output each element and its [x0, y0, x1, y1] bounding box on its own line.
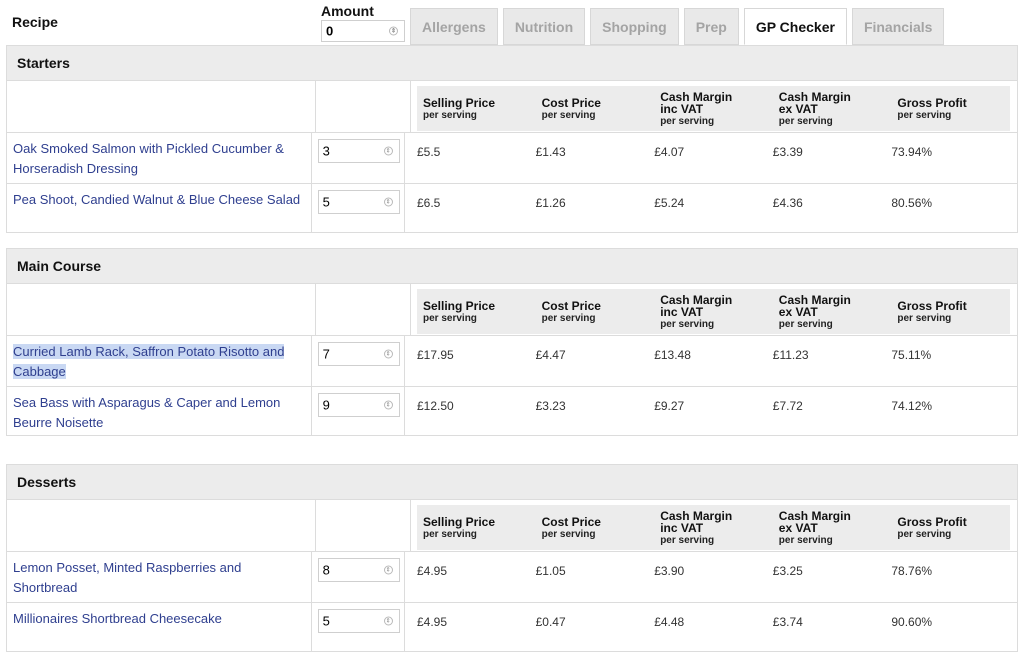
column-header-row: Selling Price per serving Cost Price per s…: [7, 500, 1017, 551]
selling-price: £6.5: [417, 196, 441, 210]
spinner-icon[interactable]: ⇕: [389, 26, 398, 36]
header-cash-margin-inc-vat: Cash Margin inc VAT per serving: [660, 509, 733, 546]
header-cost-price: Cost Price per serving: [541, 96, 601, 121]
cost-price: £3.23: [535, 399, 566, 413]
cash-margin-ex-vat: £7.72: [772, 399, 803, 413]
tab-financials[interactable]: Financials: [851, 8, 945, 45]
gross-profit: 73.94%: [891, 145, 933, 159]
tab-nutrition[interactable]: Nutrition: [502, 8, 586, 45]
header-selling-price: Selling Price per serving: [423, 515, 496, 540]
table-row: Pea Shoot, Candied Walnut & Blue Cheese …: [7, 183, 1017, 232]
selling-price: £5.5: [417, 145, 441, 159]
column-headers: Selling Price per serving Cost Price per s…: [417, 86, 1010, 131]
cost-price: £1.05: [535, 564, 566, 578]
cash-margin-ex-vat: £3.74: [772, 615, 803, 629]
header-selling-price: Selling Price per serving: [423, 299, 496, 324]
tab-gp-checker[interactable]: GP Checker: [743, 8, 847, 45]
section-title: Desserts: [7, 465, 1017, 500]
header-cash-margin-inc-vat: Cash Margin inc VAT per serving: [660, 90, 733, 127]
column-header-row: Selling Price per serving Cost Price per s…: [7, 81, 1017, 132]
header-gross-profit: Gross Profit per serving: [897, 299, 967, 324]
spinner-icon[interactable]: ⇕: [383, 349, 393, 359]
cost-price: £4.47: [535, 348, 566, 362]
gross-profit: 78.76%: [891, 564, 933, 578]
amount-label: Amount: [321, 3, 374, 19]
selling-price: £17.95: [417, 348, 454, 362]
quantity-stepper[interactable]: 3 ⇕: [317, 139, 400, 163]
spinner-icon[interactable]: ⇕: [383, 146, 393, 156]
amount-control: Amount 0 ⇕: [321, 3, 405, 42]
gross-profit: 80.56%: [891, 196, 933, 210]
cash-margin-inc-vat: £13.48: [654, 348, 691, 362]
recipe-link[interactable]: Curried Lamb Rack, Saffron Potato Risott…: [13, 344, 285, 379]
spinner-icon[interactable]: ⇕: [383, 197, 393, 207]
cost-price: £1.26: [535, 196, 566, 210]
cash-margin-inc-vat: £4.48: [654, 615, 685, 629]
cash-margin-ex-vat: £11.23: [772, 348, 809, 362]
spinner-icon[interactable]: ⇕: [383, 616, 393, 626]
cost-price: £0.47: [535, 615, 566, 629]
tab-bar: Allergens Nutrition Shopping Prep GP Che…: [410, 8, 949, 45]
column-headers: Selling Price per serving Cost Price per s…: [417, 505, 1010, 550]
quantity-stepper[interactable]: 8 ⇕: [317, 558, 400, 582]
quantity-stepper[interactable]: 5 ⇕: [317, 609, 400, 633]
gross-profit: 75.11%: [891, 348, 932, 362]
header-cash-margin-ex-vat: Cash Margin ex VAT per serving: [778, 509, 851, 546]
selling-price: £4.95: [417, 564, 448, 578]
quantity-stepper[interactable]: 7 ⇕: [317, 342, 400, 366]
cash-margin-ex-vat: £3.39: [772, 145, 803, 159]
cash-margin-ex-vat: £3.25: [772, 564, 803, 578]
section-starters: Starters Selling Price per serving Cost P…: [6, 45, 1018, 233]
section-desserts: Desserts Selling Price per serving Cost P…: [6, 464, 1018, 652]
header-cash-margin-ex-vat: Cash Margin ex VAT per serving: [778, 293, 851, 330]
quantity-stepper[interactable]: 9 ⇕: [317, 393, 400, 417]
amount-stepper[interactable]: 0 ⇕: [321, 20, 405, 42]
table-row: Oak Smoked Salmon with Pickled Cucumber …: [7, 132, 1017, 183]
header-cash-margin-inc-vat: Cash Margin inc VAT per serving: [660, 293, 733, 330]
spinner-icon[interactable]: ⇕: [383, 400, 393, 410]
selling-price: £4.95: [417, 615, 448, 629]
column-headers: Selling Price per serving Cost Price per s…: [417, 289, 1010, 334]
cost-price: £1.43: [535, 145, 566, 159]
cash-margin-ex-vat: £4.36: [772, 196, 803, 210]
cash-margin-inc-vat: £5.24: [654, 196, 685, 210]
table-row: Millionaires Shortbread Cheesecake 5 ⇕ £4…: [7, 602, 1017, 651]
recipe-link[interactable]: Millionaires Shortbread Cheesecake: [13, 611, 222, 626]
recipe-link[interactable]: Lemon Posset, Minted Raspberries and Sho…: [13, 560, 241, 595]
recipe-link[interactable]: Pea Shoot, Candied Walnut & Blue Cheese …: [13, 192, 300, 207]
amount-value: 0: [326, 23, 334, 39]
header-selling-price: Selling Price per serving: [423, 96, 496, 121]
section-title: Starters: [7, 46, 1017, 81]
header-gross-profit: Gross Profit per serving: [897, 515, 967, 540]
table-row: Lemon Posset, Minted Raspberries and Sho…: [7, 551, 1017, 602]
recipe-link[interactable]: Oak Smoked Salmon with Pickled Cucumber …: [13, 141, 284, 176]
tab-allergens[interactable]: Allergens: [410, 8, 498, 45]
spinner-icon[interactable]: ⇕: [383, 565, 393, 575]
header-cost-price: Cost Price per serving: [541, 515, 601, 540]
cash-margin-inc-vat: £3.90: [654, 564, 685, 578]
table-row: Curried Lamb Rack, Saffron Potato Risott…: [7, 335, 1017, 386]
header-cost-price: Cost Price per serving: [541, 299, 601, 324]
cash-margin-inc-vat: £4.07: [654, 145, 685, 159]
section-title: Main Course: [7, 249, 1017, 284]
top-bar: Recipe Amount 0 ⇕ Allergens Nutrition Sh…: [0, 0, 1024, 46]
cash-margin-inc-vat: £9.27: [654, 399, 685, 413]
header-gross-profit: Gross Profit per serving: [897, 96, 967, 121]
selling-price: £12.50: [417, 399, 454, 413]
column-header-row: Selling Price per serving Cost Price per s…: [7, 284, 1017, 335]
header-cash-margin-ex-vat: Cash Margin ex VAT per serving: [778, 90, 851, 127]
section-main-course: Main Course Selling Price per serving Cos…: [6, 248, 1018, 436]
gross-profit: 90.60%: [891, 615, 933, 629]
tab-shopping[interactable]: Shopping: [590, 8, 679, 45]
tab-prep[interactable]: Prep: [683, 8, 739, 45]
table-row: Sea Bass with Asparagus & Caper and Lemo…: [7, 386, 1017, 435]
recipe-link[interactable]: Sea Bass with Asparagus & Caper and Lemo…: [13, 395, 280, 430]
gross-profit: 74.12%: [891, 399, 933, 413]
recipe-column-heading: Recipe: [12, 14, 58, 30]
quantity-stepper[interactable]: 5 ⇕: [317, 190, 400, 214]
